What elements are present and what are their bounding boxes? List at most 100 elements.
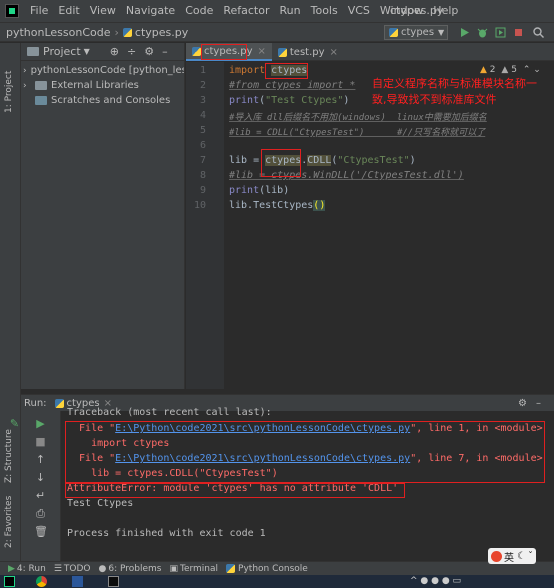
annotation-line-1: 自定义程序名称与标准模块名称一 [372,77,537,90]
run-tool-button[interactable]: ▶ 4: Run [8,564,46,574]
code-line-10: lib.TestCtypes() [229,200,326,211]
menu-file[interactable]: File [25,0,53,22]
collapse-all-icon[interactable]: ÷ [127,45,136,58]
highlight-box [261,149,301,177]
weak-warning-icon: ▲ [501,65,509,75]
os-taskbar: ^ ● ● ● ▭ [0,575,554,588]
code-editor[interactable]: import ctypes #from ctypes import * prin… [224,62,554,389]
structure-tool-window-button[interactable]: Z: Structure [4,429,14,483]
menu-edit[interactable]: Edit [53,0,84,22]
line-number: 1 [199,65,206,76]
tree-item-scratches[interactable]: Scratches and Consoles [21,93,184,108]
run-icon[interactable] [458,26,471,39]
bottom-button-label: TODO [63,563,91,574]
run-icon: ▶ [8,563,15,574]
python-file-icon [192,46,201,56]
tree-item-label: pythonLessonCode [python_less [30,65,184,76]
terminal-taskbar-icon[interactable] [108,576,119,587]
tray-icons[interactable]: ^ ● ● ● ▭ [410,576,461,586]
close-icon[interactable]: × [330,47,338,58]
project-tool-window-button[interactable]: 1: Project [4,71,14,113]
bottom-button-label: 6: Problems [108,563,162,574]
menu-navigate[interactable]: Navigate [121,0,180,22]
minimize-icon[interactable]: – [536,398,541,409]
line-number: 3 [199,95,206,106]
weak-warning-count: 5 [511,65,517,75]
breadcrumb-project[interactable]: pythonLessonCode [6,26,111,39]
line-number: 6 [199,140,206,151]
gear-icon[interactable]: ⚙ [144,45,154,58]
bottom-button-label: Python Console [238,563,308,574]
inspection-widget[interactable]: ▲ 2 ▲ 5 ⌃ ⌄ [480,65,541,75]
run-configuration-select[interactable]: ctypes ▼ [384,25,448,40]
bookmark-icon[interactable]: ✎ [8,417,21,430]
problems-tool-button[interactable]: ● 6: Problems [99,564,162,574]
pycharm-taskbar-icon[interactable] [4,576,15,587]
word-taskbar-icon[interactable] [72,576,83,587]
chevron-down-icon: ▼ [438,28,445,37]
console-traceback: Traceback (most recent call last): [67,407,272,418]
chevron-down-icon[interactable]: ⌄ [533,65,541,75]
chrome-taskbar-icon[interactable] [36,576,47,587]
tab-test-py[interactable]: test.py × [272,43,344,61]
menu-view[interactable]: View [85,0,121,22]
stop-icon[interactable] [512,26,525,39]
favorites-tool-window-button[interactable]: 2: Favorites [4,496,14,548]
window-title: ctypes.py [390,4,444,17]
gear-icon[interactable]: ⚙ [518,398,527,409]
python-file-icon [54,398,64,408]
python-console-button[interactable]: Python Console [226,564,308,574]
delete-icon[interactable]: 🗑 [34,525,48,538]
moon-icon: ☾ [517,550,526,562]
tree-item-label: Scratches and Consoles [51,95,171,106]
tree-item-project-root[interactable]: › pythonLessonCode [python_less [21,63,184,78]
coverage-icon[interactable] [494,26,507,39]
tree-item-external-libraries[interactable]: › External Libraries [21,78,184,93]
menu-tools[interactable]: Tools [306,0,343,22]
soft-wrap-icon[interactable]: ↵ [34,489,47,502]
punctuation-icon: ˇ [527,550,533,562]
scroll-down-icon[interactable]: ↓ [34,471,47,484]
chevron-down-icon[interactable]: ▼ [84,47,90,56]
code-line-3: print("Test Ctypes") [229,95,350,106]
stop-icon[interactable]: ■ [34,435,47,448]
highlight-box [265,63,308,79]
menu-code[interactable]: Code [180,0,218,22]
line-number: 9 [199,185,206,196]
scratches-icon [35,96,47,105]
project-view-selector[interactable]: Project [43,45,81,58]
python-file-icon [389,28,398,37]
pycharm-logo-icon [5,4,19,18]
ime-indicator[interactable]: 英 ☾ ˇ [488,548,536,564]
terminal-icon: ▣ [169,563,178,574]
python-console-icon [226,564,236,573]
line-number: 4 [199,110,206,121]
menu-bar: File Edit View Navigate Code Refactor Ru… [0,0,554,22]
scroll-up-icon[interactable]: ↑ [34,453,47,466]
chevron-up-icon[interactable]: ⌃ [523,65,531,75]
locate-icon[interactable]: ⊕ [110,45,119,58]
todo-tool-button[interactable]: ☰ TODO [54,564,91,574]
debug-icon[interactable] [476,26,489,39]
warning-icon: ▲ [480,65,487,75]
line-number: 8 [199,170,206,181]
warning-count: 2 [489,65,496,75]
menu-refactor[interactable]: Refactor [218,0,274,22]
line-number: 7 [199,155,206,166]
terminal-tool-button[interactable]: ▣ Terminal [169,564,218,574]
bottom-button-label: 4: Run [16,563,46,574]
folder-icon [27,47,39,56]
chevron-right-icon[interactable]: › [23,81,35,91]
close-icon[interactable]: × [258,46,266,57]
chevron-right-icon[interactable]: › [23,66,27,76]
library-icon [35,81,47,90]
print-icon[interactable]: ⎙ [34,507,47,520]
search-icon[interactable] [532,26,545,39]
minimize-icon[interactable]: – [162,45,168,58]
menu-vcs[interactable]: VCS [343,0,375,22]
project-panel-header: Project ▼ ⊕ ÷ ⚙ – [21,43,184,61]
rerun-icon[interactable]: ▶ [34,417,47,430]
menu-run[interactable]: Run [275,0,306,22]
bottom-button-label: Terminal [179,563,219,574]
breadcrumb-file[interactable]: ctypes.py [135,26,188,39]
